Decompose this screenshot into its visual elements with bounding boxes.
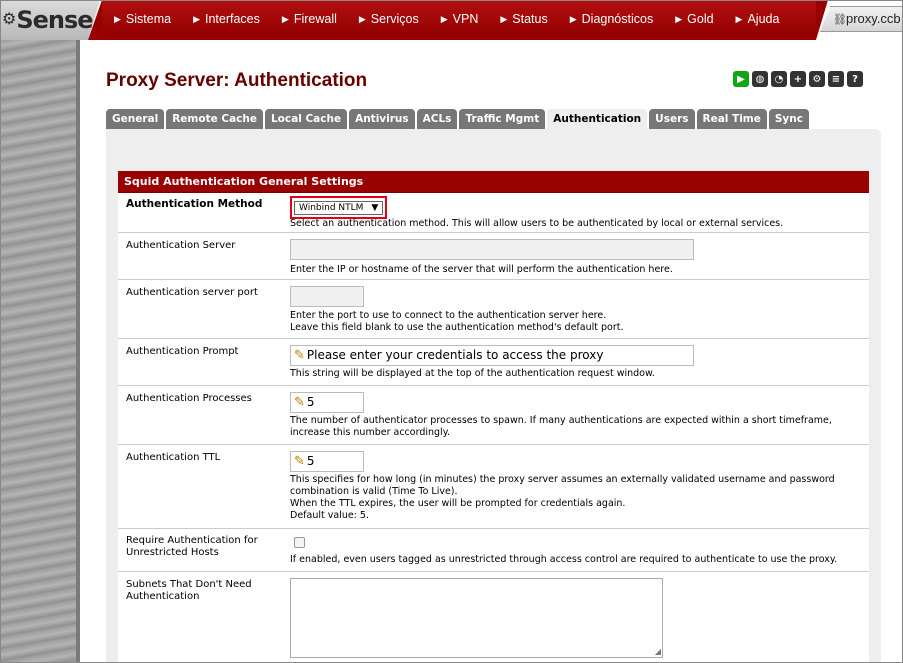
auth-prompt-input[interactable]: ✎ Please enter your credentials to access… [290,345,694,366]
globe-icon[interactable]: ◍ [752,71,768,87]
section-header: Squid Authentication General Settings [118,171,869,193]
left-decoration [0,40,80,663]
arrow-right-icon: ▶ [440,14,448,24]
row-subnets: Subnets That Don't Need Authentication ◢ [118,572,869,663]
tab-antivirus[interactable]: Antivirus [349,109,415,129]
require-auth-checkbox[interactable] [294,537,305,548]
resize-handle-icon[interactable]: ◢ [655,647,661,656]
require-auth-label: Require Authentication for Unrestricted … [126,535,258,558]
subnets-textarea[interactable]: ◢ [290,578,663,658]
tab-authentication[interactable]: Authentication [547,109,648,129]
row-require-auth: Require Authentication for Unrestricted … [118,529,869,572]
auth-ttl-input[interactable]: ✎ 5 [290,451,364,472]
pencil-icon: ✎ [294,395,305,410]
row-auth-port: Authentication server port Enter the por… [118,280,869,339]
pfsense-logo[interactable]: ⚙Sense [2,6,94,34]
auth-port-label: Authentication server port [126,287,258,298]
arrow-right-icon: ▶ [500,14,508,24]
chart-icon[interactable]: ◔ [771,71,787,87]
list-icon[interactable]: ≡ [828,71,844,87]
tab-general[interactable]: General [106,109,165,129]
auth-ttl-desc-2: When the TTL expires, the user will be p… [290,498,626,509]
tab-remote-cache[interactable]: Remote Cache [166,109,263,129]
help-icon[interactable]: ? [847,71,863,87]
pencil-icon: ✎ [294,454,305,469]
menu-sistema[interactable]: ▶ Sistema [114,12,171,26]
tab-real-time[interactable]: Real Time [696,109,767,129]
row-auth-prompt: Authentication Prompt ✎ Please enter your… [118,339,869,386]
arrow-right-icon: ▶ [193,14,200,24]
auth-ttl-desc-3: Default value: 5. [290,510,369,521]
menu-firewall[interactable]: ▶ Firewall [282,12,337,26]
auth-prompt-desc: This string will be displayed at the top… [290,368,655,379]
tab-acls[interactable]: ACLs [416,109,458,129]
auth-processes-input[interactable]: ✎ 5 [290,392,364,413]
pencil-icon: ✎ [294,348,305,363]
row-auth-processes: Authentication Processes ✎ 5 The number o… [118,386,869,445]
network-icon: ⛓ [833,13,847,26]
auth-method-desc: Select an authentication method. This wi… [290,218,784,229]
menu-status[interactable]: ▶ Status [500,12,547,26]
auth-prompt-label: Authentication Prompt [126,346,239,357]
menu-ajuda[interactable]: ▶ Ajuda [736,12,780,26]
arrow-right-icon: ▶ [735,14,743,24]
top-navigation-bar: ⚙Sense ▶ Sistema ▶ Interfaces ▶ Firewall ▶ S… [0,0,903,40]
main-menu: ▶ Sistema ▶ Interfaces ▶ Firewall ▶ Serviços… [114,12,801,26]
auth-port-input[interactable] [290,286,364,307]
row-auth-method: Authentication Method Winbind NTLM ▼ Sele… [118,193,869,233]
row-auth-ttl: Authentication TTL ✎ 5 This specifies for… [118,445,869,529]
auth-port-desc-2: Leave this field blank to use the authen… [290,322,624,333]
require-auth-desc: If enabled, even users tagged as unrestr… [290,554,838,565]
auth-method-highlight: Winbind NTLM ▼ [290,196,388,219]
auth-ttl-label: Authentication TTL [126,452,221,463]
hostname-box: ⛓ proxy.ccb [820,6,903,32]
gear-icon[interactable]: ⚙ [809,71,825,87]
menu-diagnosticos[interactable]: ▶ Diagnósticos [570,12,654,26]
auth-server-input[interactable] [290,239,694,260]
auth-method-select[interactable]: Winbind NTLM ▼ [294,201,384,215]
auth-server-label: Authentication Server [126,240,236,251]
menu-servicos[interactable]: ▶ Serviços [359,12,419,26]
page-title: Proxy Server: Authentication [106,70,368,91]
add-icon[interactable]: + [790,71,806,87]
tab-users[interactable]: Users [649,109,695,129]
menu-vpn[interactable]: ▶ VPN [441,12,479,26]
tab-sync[interactable]: Sync [768,109,809,129]
dropdown-arrow-icon: ▼ [371,203,379,213]
menu-gold[interactable]: ▶ Gold [675,12,713,26]
row-auth-server: Authentication Server Enter the IP or ho… [118,233,869,280]
auth-method-label: Authentication Method [126,198,263,210]
page-action-icons: ▶ ◍ ◔ + ⚙ ≡ ? [733,71,863,87]
hostname: proxy.ccb [846,11,901,26]
tab-traffic-mgmt[interactable]: Traffic Mgmt [459,109,546,129]
arrow-right-icon: ▶ [675,14,683,24]
arrow-right-icon: ▶ [569,14,577,24]
auth-server-desc: Enter the IP or hostname of the server t… [290,264,673,275]
subnets-label: Subnets That Don't Need Authentication [126,579,252,602]
tab-bar: General Remote Cache Local Cache Antivir… [106,109,809,129]
auth-processes-desc: The number of authenticator processes to… [290,415,832,438]
auth-processes-label: Authentication Processes [126,393,252,404]
arrow-right-icon: ▶ [358,14,366,24]
auth-ttl-desc-1: This specifies for how long (in minutes)… [290,474,835,497]
menu-interfaces[interactable]: ▶ Interfaces [193,12,260,26]
tab-local-cache[interactable]: Local Cache [264,109,348,129]
play-icon[interactable]: ▶ [733,71,749,87]
arrow-right-icon: ▶ [114,14,121,24]
auth-port-desc-1: Enter the port to use to connect to the … [290,310,607,321]
arrow-right-icon: ▶ [281,14,289,24]
